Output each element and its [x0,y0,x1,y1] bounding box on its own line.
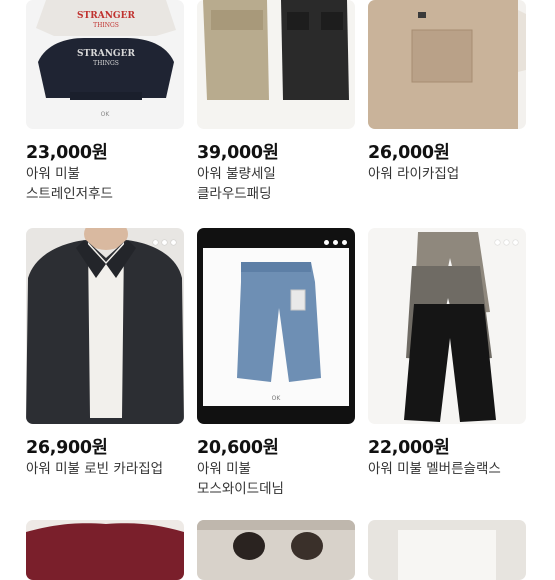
more-options-button[interactable] [324,240,347,245]
svg-text:THINGS: THINGS [93,60,119,67]
product-title-line-1: 아워 불량세일 [197,166,276,182]
svg-text:OK: OK [272,395,282,402]
product-image[interactable]: STRANGER THINGS STRANGER THINGS OK [26,0,184,129]
product-title-line-1: 아워 미불 멜버른슬랙스 [368,461,501,477]
product-image[interactable] [368,228,526,424]
product-title-line-2: 클라우드패딩 [197,186,272,202]
dot-icon [153,240,158,245]
svg-text:STRANGER: STRANGER [77,11,135,21]
dot-icon [171,240,176,245]
zip-up-jacket-photo-icon [368,0,526,129]
product-image[interactable] [368,520,526,580]
padding-jacket-photo-icon [197,0,355,129]
svg-text:OK: OK [101,111,111,118]
product-image[interactable] [197,0,355,129]
slacks-photo-icon [368,228,526,424]
product-title-line-2: 스트레인저후드 [26,186,113,202]
product-price: 39,000원 [197,143,279,163]
svg-text:STRANGER: STRANGER [77,49,135,59]
product-image[interactable]: OK [197,228,355,424]
more-options-button[interactable] [495,240,518,245]
white-item-photo-icon [368,520,526,580]
product-price: 26,000원 [368,143,450,163]
hoodie-photo-icon: STRANGER THINGS STRANGER THINGS OK [26,0,184,129]
dot-icon [504,240,509,245]
collar-jacket-photo-icon [26,228,184,424]
product-price: 22,000원 [368,438,450,458]
red-jacket-photo-icon [26,520,184,580]
dot-icon [495,240,500,245]
product-image[interactable] [368,0,526,129]
product-image[interactable] [26,228,184,424]
product-image[interactable] [26,520,184,580]
product-title-line-1: 아워 미불 [26,166,80,182]
product-image[interactable] [197,520,355,580]
dot-icon [162,240,167,245]
product-title-line-2: 모스와이드데님 [197,481,284,497]
product-grid: STRANGER THINGS STRANGER THINGS OK 23,00… [0,0,555,580]
product-price: 26,900원 [26,438,108,458]
product-price: 23,000원 [26,143,108,163]
people-photo-icon [197,520,355,580]
product-title-line-1: 아워 미불 로빈 카라집업 [26,461,164,477]
dot-icon [342,240,347,245]
denim-pants-photo-icon: OK [197,228,355,424]
more-options-button[interactable] [153,240,176,245]
dot-icon [333,240,338,245]
svg-text:THINGS: THINGS [93,22,119,29]
dot-icon [513,240,518,245]
product-price: 20,600원 [197,438,279,458]
dot-icon [324,240,329,245]
product-title-line-1: 아워 미불 [197,461,251,477]
product-title-line-1: 아워 라이카집업 [368,166,460,182]
